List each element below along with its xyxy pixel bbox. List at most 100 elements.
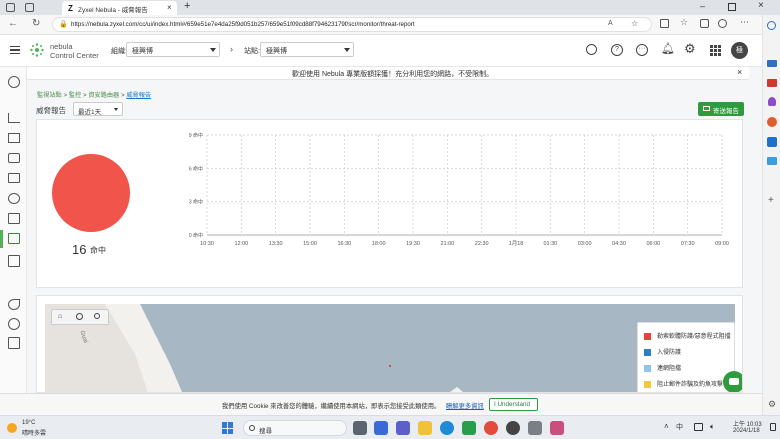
tab-close-icon[interactable]: × [167,3,172,12]
back-icon[interactable]: ← [8,18,18,29]
close-window-icon[interactable]: × [758,0,764,11]
edge-search-icon[interactable] [767,21,776,30]
network-icon[interactable] [694,423,703,431]
clock-time[interactable]: 上午 10:03 [733,419,762,428]
time-range-value: 最近1天 [78,109,102,116]
apps-grid-icon[interactable] [710,45,721,56]
org-icon[interactable] [8,337,20,349]
browser-menu-icon[interactable]: ⋯ [740,17,749,28]
windows-start-icon[interactable] [222,422,234,434]
notification-icon[interactable] [770,423,776,431]
url-field[interactable]: 🔒 https://nebula.zyxel.com/cc/ui/index.h… [52,17,652,32]
nebula-logo-icon [30,43,44,57]
edge-add-icon[interactable]: + [768,195,774,206]
site-select[interactable]: 極興博 [260,42,354,57]
search-icon[interactable] [586,44,597,55]
report-icon[interactable] [8,255,20,267]
hamburger-menu-icon[interactable] [10,46,20,54]
collections-icon[interactable] [700,19,709,28]
file-explorer-icon[interactable] [418,421,432,435]
teams-icon[interactable] [396,421,410,435]
ime-icon[interactable]: 中 [676,422,683,432]
split-screen-icon[interactable] [660,19,669,28]
browser-tab[interactable]: Z Zyxel Nebula - 威脅報告 × [62,1,177,15]
edge-settings-icon[interactable]: ⚙ [768,399,776,410]
switch-icon[interactable] [8,173,20,183]
x-tick-label: 18:00 [372,241,386,247]
topology-icon[interactable] [8,113,20,123]
tools-icon[interactable] [8,299,20,310]
edge-tools-icon[interactable] [767,79,777,87]
favorite-star-icon[interactable]: ☆ [631,19,638,28]
clock-date[interactable]: 2024/1/18 [733,428,760,434]
main-content: 歡迎使用 Nebula 專業版額採獲！充分利用您的網路，不受限制。 × 監視站點… [27,67,762,393]
bell-icon[interactable]: 🔔︎ [661,42,675,55]
read-aloud-icon[interactable]: A [608,20,613,27]
taskbar-search-icon [249,425,255,431]
extensions-icon[interactable] [718,19,727,28]
tray-chevron-icon[interactable]: ˄ [664,422,669,431]
favorites-icon[interactable]: ☆ [680,17,688,28]
help-icon[interactable]: ? [611,44,623,56]
router-icon[interactable] [8,153,20,163]
maximize-icon[interactable] [728,3,736,11]
breadcrumb-sep: > [120,92,125,99]
dashboard-icon[interactable] [8,76,20,88]
email-report-button[interactable]: 寄送報告 [698,102,744,116]
logo-text-control-center: Control Center [50,51,99,60]
sidebar-active-marker [0,230,3,248]
support-icon[interactable] [8,318,20,330]
breadcrumb-item[interactable]: 監控 [69,92,81,99]
y-tick-label: 6 命中 [189,165,203,172]
breadcrumb-current[interactable]: 威脅報告 [126,92,151,99]
breadcrumb-item[interactable]: 監視站點 [37,92,62,99]
weather-desc: 晴時多雲 [22,431,47,437]
browser-tab-strip: Z Zyxel Nebula - 威脅報告 × + – × [0,0,780,15]
avatar[interactable]: 極 [731,42,748,59]
window-menu-icon[interactable] [6,3,15,12]
taskbar-search-placeholder: 搜尋 [259,428,272,435]
refresh-icon[interactable]: ↻ [32,18,40,29]
cookie-accept-button[interactable]: I Understand [489,398,538,411]
tab-title: Zyxel Nebula - 威脅報告 [78,7,148,14]
x-tick-label: 13:30 [269,241,283,247]
taskbar-search-box[interactable]: 搜尋 [243,420,347,436]
edge-outlook-icon[interactable] [767,137,777,147]
pie-icon[interactable] [8,193,20,204]
locate-icon[interactable] [76,313,83,320]
edge-office-icon[interactable] [767,117,777,127]
monitor-chart-icon[interactable] [8,233,20,244]
cookie-learn-more-link[interactable]: 瞭解更多資訊 [446,401,484,410]
map-canvas[interactable]: Guai ⌂ 勒索軟體防護/惡意程式阻擋 入侵防護 連網阻擋 阻止郵件詐騙及釣魚… [45,304,735,392]
time-range-select[interactable]: 最近1天 [73,102,123,116]
widgets-icon[interactable] [374,421,388,435]
breadcrumb-item[interactable]: 資安路由器 [88,92,119,99]
settings-app-icon[interactable] [528,421,542,435]
chrome-icon[interactable] [484,421,498,435]
tab-actions-icon[interactable] [25,3,34,12]
edge-icon[interactable] [440,421,454,435]
photos-icon[interactable] [550,421,564,435]
edge-send-icon[interactable] [767,157,777,165]
edge-person-icon[interactable] [768,97,776,106]
zoom-search-icon[interactable] [94,313,100,319]
new-tab-icon[interactable]: + [184,0,190,12]
mail-app-icon[interactable] [462,421,476,435]
device-icon[interactable] [8,213,20,224]
site-wide-icon[interactable] [8,133,20,143]
gear-icon[interactable]: ⚙ [684,41,696,57]
org-select[interactable]: 極興博 [126,42,220,57]
task-view-icon[interactable] [353,421,367,435]
volume-icon[interactable]: 🔈︎ [710,422,715,432]
media-player-icon[interactable] [506,421,520,435]
x-tick-label: 09:00 [715,241,729,247]
x-tick-label: 15:00 [303,241,317,247]
home-icon[interactable]: ⌂ [58,313,62,320]
more-icon[interactable]: ··· [636,44,648,56]
edge-tag-icon[interactable] [767,60,777,67]
legend-item: 入侵防護 [644,347,681,356]
minimize-icon[interactable]: – [700,1,705,11]
chevron-right-icon: › [230,44,233,54]
banner-close-icon[interactable]: × [737,67,742,77]
chat-button[interactable] [723,371,742,392]
